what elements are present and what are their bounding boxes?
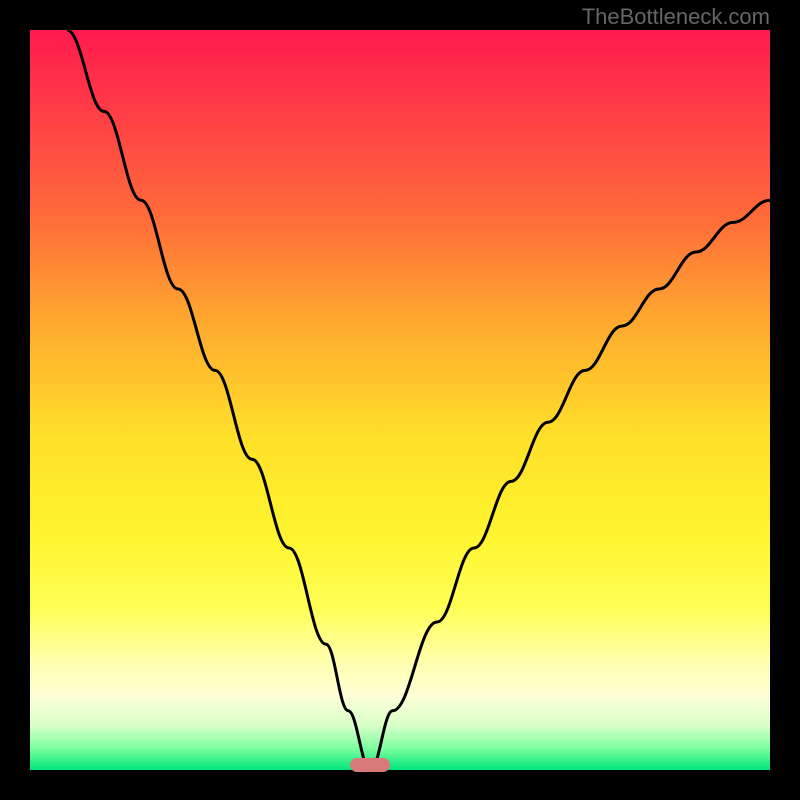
plot-area — [30, 30, 770, 770]
watermark-text: TheBottleneck.com — [582, 4, 770, 30]
bottleneck-curve — [30, 30, 770, 770]
chart-container: TheBottleneck.com — [0, 0, 800, 800]
minimum-marker — [350, 758, 390, 772]
